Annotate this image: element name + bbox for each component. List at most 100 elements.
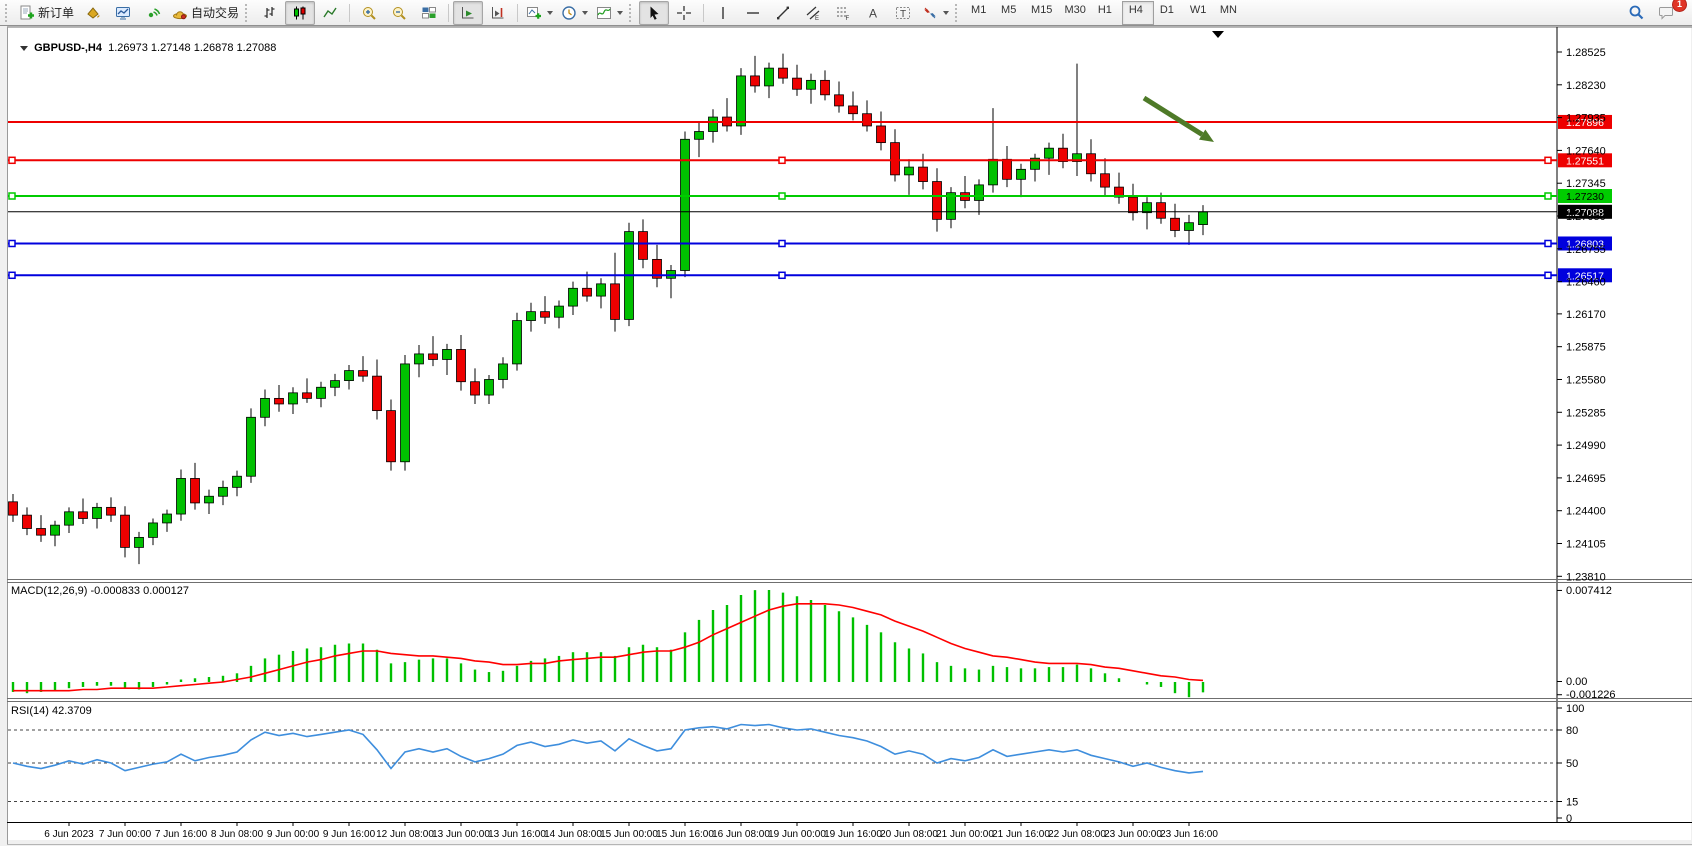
- svg-text:6 Jun 2023: 6 Jun 2023: [44, 829, 94, 840]
- notifications-button[interactable]: 1: [1651, 1, 1681, 25]
- svg-text:80: 80: [1566, 725, 1578, 737]
- svg-text:A: A: [869, 6, 877, 20]
- arrows-button[interactable]: [918, 1, 953, 25]
- svg-text:1.26755: 1.26755: [1566, 244, 1606, 256]
- horizontal-line-button[interactable]: [738, 1, 768, 25]
- svg-text:14 Jun 08:00: 14 Jun 08:00: [544, 829, 602, 840]
- styler-button[interactable]: [78, 1, 108, 25]
- clock-icon: [561, 5, 577, 21]
- svg-text:15 Jun 00:00: 15 Jun 00:00: [600, 829, 658, 840]
- hline-handle: [9, 240, 15, 246]
- chart-canvas[interactable]: 1.278961.275511.272301.270881.268031.265…: [0, 26, 1692, 846]
- svg-text:0.00: 0.00: [1566, 676, 1587, 688]
- vertical-line-icon: [715, 5, 731, 21]
- toolbar-separator: [517, 4, 518, 22]
- svg-text:8 Jun 08:00: 8 Jun 08:00: [211, 829, 264, 840]
- toolbar-grip[interactable]: [5, 4, 11, 22]
- auto-trading-button[interactable]: 自动交易: [168, 1, 243, 25]
- svg-text:1.24105: 1.24105: [1566, 539, 1606, 551]
- svg-text:1.27935: 1.27935: [1566, 113, 1606, 125]
- cursor-icon: [646, 5, 662, 21]
- tab-h4[interactable]: H4: [1122, 1, 1154, 25]
- toolbar-grip[interactable]: [245, 4, 251, 22]
- toolbar-separator: [349, 4, 350, 22]
- tab-d1[interactable]: D1: [1154, 2, 1184, 24]
- chart-shift-button[interactable]: [483, 1, 513, 25]
- rsi-label: RSI(14) 42.3709: [11, 705, 92, 717]
- zoom-out-button[interactable]: [384, 1, 414, 25]
- tab-w1[interactable]: W1: [1184, 2, 1214, 24]
- toolbar-grip[interactable]: [955, 4, 961, 22]
- svg-text:1.24990: 1.24990: [1566, 440, 1606, 452]
- trendline-button[interactable]: [768, 1, 798, 25]
- dropdown-caret-icon: [943, 11, 949, 15]
- tab-m30[interactable]: M30: [1058, 2, 1091, 24]
- hline-handle: [9, 157, 15, 163]
- monitor-icon: [115, 5, 131, 21]
- svg-text:1.24400: 1.24400: [1566, 506, 1606, 518]
- auto-scroll-icon: [460, 5, 476, 21]
- bar-chart-button[interactable]: [255, 1, 285, 25]
- zoom-in-button[interactable]: [354, 1, 384, 25]
- search-button[interactable]: [1621, 1, 1651, 25]
- template-icon: [596, 5, 612, 21]
- svg-text:1.24695: 1.24695: [1566, 473, 1606, 485]
- add-indicator-button[interactable]: [522, 1, 557, 25]
- svg-text:7 Jun 16:00: 7 Jun 16:00: [155, 829, 208, 840]
- zoom-in-icon: [361, 5, 377, 21]
- cursor-button[interactable]: [639, 1, 669, 25]
- svg-text:50: 50: [1566, 758, 1578, 770]
- svg-text:1.25875: 1.25875: [1566, 342, 1606, 354]
- add-indicator-icon: [526, 5, 542, 21]
- text-label-button[interactable]: T: [888, 1, 918, 25]
- candlestick-chart-button[interactable]: [285, 1, 315, 25]
- templates-button[interactable]: [592, 1, 627, 25]
- svg-text:E: E: [815, 16, 819, 21]
- svg-text:16 Jun 08:00: 16 Jun 08:00: [712, 829, 770, 840]
- line-chart-icon: [322, 5, 338, 21]
- new-order-button[interactable]: 新订单: [15, 1, 78, 25]
- auto-trading-label: 自动交易: [191, 4, 239, 21]
- svg-text:20 Jun 08:00: 20 Jun 08:00: [880, 829, 938, 840]
- tab-m15[interactable]: M15: [1025, 2, 1058, 24]
- hline-handle: [779, 240, 785, 246]
- market-watch-button[interactable]: [108, 1, 138, 25]
- search-icon: [1628, 4, 1645, 21]
- hline-handle: [779, 272, 785, 278]
- hline-handle: [9, 193, 15, 199]
- toolbar-grip[interactable]: [629, 4, 635, 22]
- svg-text:19 Jun 16:00: 19 Jun 16:00: [824, 829, 882, 840]
- tab-m1[interactable]: M1: [965, 2, 995, 24]
- tab-mn[interactable]: MN: [1214, 2, 1244, 24]
- line-chart-button[interactable]: [315, 1, 345, 25]
- periods-button[interactable]: [557, 1, 592, 25]
- collapse-panel-icon[interactable]: [20, 46, 28, 51]
- vertical-line-button[interactable]: [708, 1, 738, 25]
- svg-text:19 Jun 00:00: 19 Jun 00:00: [768, 829, 826, 840]
- svg-text:13 Jun 16:00: 13 Jun 16:00: [488, 829, 546, 840]
- equidistant-channel-icon: E: [805, 5, 821, 21]
- tab-m5[interactable]: M5: [995, 2, 1025, 24]
- bar-chart-icon: [262, 5, 278, 21]
- fibonacci-icon: F: [835, 5, 851, 21]
- dropdown-caret-icon: [617, 11, 623, 15]
- tile-windows-button[interactable]: [414, 1, 444, 25]
- paint-bucket-icon: [85, 5, 101, 21]
- new-order-icon: [19, 5, 35, 21]
- svg-text:9 Jun 00:00: 9 Jun 00:00: [267, 829, 320, 840]
- svg-text:15 Jun 16:00: 15 Jun 16:00: [656, 829, 714, 840]
- auto-scroll-button[interactable]: [453, 1, 483, 25]
- dropdown-caret-icon: [582, 11, 588, 15]
- svg-text:1.27640: 1.27640: [1566, 145, 1606, 157]
- signals-button[interactable]: [138, 1, 168, 25]
- fibonacci-button[interactable]: F: [828, 1, 858, 25]
- hline-handle: [1545, 272, 1551, 278]
- svg-text:0.007412: 0.007412: [1566, 585, 1612, 597]
- svg-text:T: T: [900, 9, 906, 20]
- crosshair-button[interactable]: [669, 1, 699, 25]
- text-button[interactable]: A: [858, 1, 888, 25]
- tab-h1[interactable]: H1: [1092, 2, 1122, 24]
- hline-handle: [1545, 157, 1551, 163]
- svg-text:1.25285: 1.25285: [1566, 407, 1606, 419]
- equidistant-channel-button[interactable]: E: [798, 1, 828, 25]
